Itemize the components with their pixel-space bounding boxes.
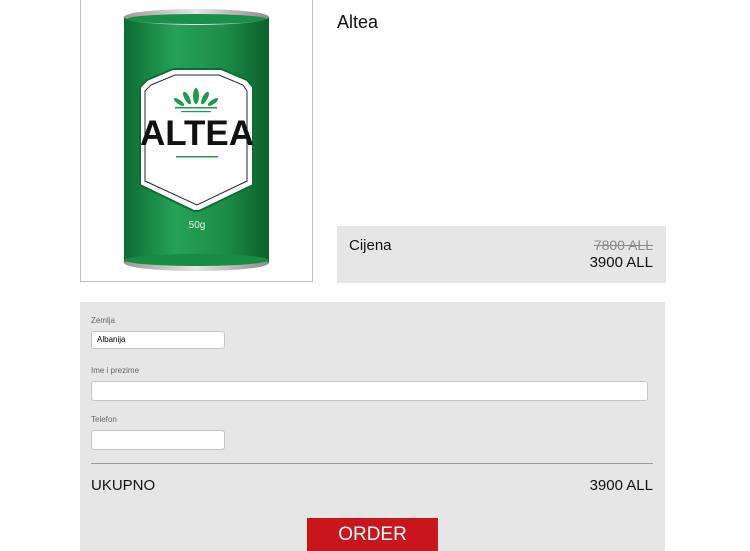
- country-label: Zemlja: [91, 316, 116, 325]
- product-title: Altea: [337, 12, 379, 32]
- product-can-illustration: ALTEA 50g: [124, 9, 269, 271]
- country-select[interactable]: Albanija: [91, 331, 225, 349]
- price-box: Cijena 7800 ALL 3900 ALL: [337, 226, 666, 283]
- phone-input[interactable]: [91, 430, 225, 450]
- order-form: Zemlja Albanija Ime i prezime Telefon UK…: [80, 302, 665, 551]
- can-brand-text: ALTEA: [140, 114, 254, 153]
- name-label: Ime i prezime: [91, 366, 140, 375]
- form-divider: [91, 463, 653, 464]
- total-label: UKUPNO: [91, 477, 156, 494]
- name-input[interactable]: [91, 381, 648, 401]
- phone-label: Telefon: [91, 415, 117, 424]
- total-value: 3900 ALL: [589, 477, 653, 494]
- old-price: 7800 ALL: [593, 237, 653, 253]
- can-weight-text: 50g: [189, 220, 206, 231]
- new-price: 3900 ALL: [589, 254, 653, 271]
- price-label: Cijena: [349, 237, 392, 254]
- order-button[interactable]: ORDER: [307, 518, 438, 551]
- product-image: ALTEA 50g: [80, 0, 313, 282]
